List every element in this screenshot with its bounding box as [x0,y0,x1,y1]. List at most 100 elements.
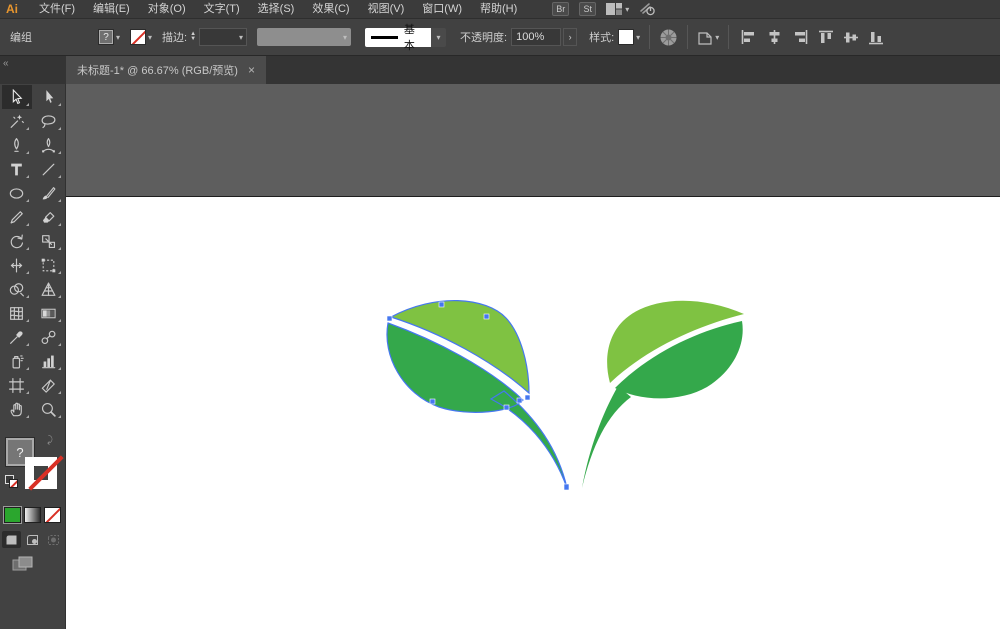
menu-file[interactable]: 文件(F) [30,0,84,18]
align-group [740,29,884,46]
toolbar: ⤸ ? [0,84,66,629]
align-right-icon[interactable] [792,29,809,45]
toolbar-collapse-button[interactable]: « [0,56,66,84]
opacity-input[interactable]: 100% [511,28,561,46]
none-button[interactable] [44,507,61,523]
line-segment-tool[interactable] [34,157,64,181]
stroke-weight-dropdown[interactable]: ▾ [199,28,247,46]
divider [728,25,729,49]
eyedropper-tool[interactable] [2,325,32,349]
perspective-grid-tool[interactable] [34,277,64,301]
default-fill-stroke-icon[interactable] [5,475,19,489]
app-logo[interactable]: Ai [6,2,18,16]
document-setup-dropdown[interactable]: ▾ [697,29,719,46]
menu-help[interactable]: 帮助(H) [471,0,526,18]
screen-mode-icon [12,556,34,572]
stroke-color-dropdown[interactable]: ▾ [130,29,152,45]
stroke-indicator[interactable] [25,457,57,489]
align-left-icon[interactable] [740,29,757,45]
document-tab-title: 未标题-1* @ 66.67% (RGB/预览) [77,62,238,78]
tab-bar: « 未标题-1* @ 66.67% (RGB/预览) × [0,56,1000,84]
slice-tool[interactable] [34,373,64,397]
width-tool[interactable] [2,253,32,277]
selection-type-label: 编组 [10,29,98,45]
lasso-icon [40,113,57,130]
align-top-icon[interactable] [818,29,834,46]
symbol-sprayer-tool[interactable] [2,349,32,373]
menu-bar: Ai 文件(F) 编辑(E) 对象(O) 文字(T) 选择(S) 效果(C) 视… [0,0,1000,18]
ellipse-icon [8,185,25,202]
pen-tool[interactable] [2,133,32,157]
direct-selection-tool[interactable] [34,85,64,109]
gradient-icon [40,305,57,322]
shaper-tool[interactable] [2,205,32,229]
menu-view[interactable]: 视图(V) [359,0,414,18]
align-horizontal-center-icon[interactable] [766,29,783,45]
right-leaf-stem[interactable] [582,386,631,488]
mesh-tool[interactable] [2,301,32,325]
stock-button[interactable]: St [579,2,596,16]
eyedropper-icon [8,329,25,346]
opacity-more-button[interactable]: › [563,28,577,46]
column-graph-tool[interactable] [34,349,64,373]
stroke-swatch[interactable] [130,29,146,45]
menu-type[interactable]: 文字(T) [195,0,249,18]
brush-definition-dropdown[interactable]: 基本 ▾ [365,28,446,47]
curvature-tool[interactable] [34,133,64,157]
menu-select[interactable]: 选择(S) [249,0,304,18]
sprout-logo[interactable] [387,301,744,490]
paintbrush-tool[interactable] [34,181,64,205]
recolor-artwork-icon[interactable] [659,28,678,47]
draw-behind-button[interactable] [23,531,42,548]
perspective-grid-icon [40,281,57,298]
artboard-tool[interactable] [2,373,32,397]
hand-tool[interactable] [2,397,32,421]
color-button[interactable] [4,507,21,523]
zoom-icon [40,401,57,418]
magic-wand-tool[interactable] [2,109,32,133]
free-transform-tool[interactable] [34,253,64,277]
zoom-tool[interactable] [34,397,64,421]
rotate-tool[interactable] [2,229,32,253]
none-slash-icon [46,507,61,523]
menu-effect[interactable]: 效果(C) [303,0,358,18]
document-tab[interactable]: 未标题-1* @ 66.67% (RGB/预览) × [66,56,266,84]
align-vertical-center-icon[interactable] [843,29,859,46]
width-profile-dropdown: ▾ [257,28,351,46]
selection-tool[interactable] [2,85,32,109]
menu-object[interactable]: 对象(O) [139,0,195,18]
draw-inside-button[interactable] [44,531,63,548]
screen-mode-button[interactable] [12,556,65,577]
fill-swatch[interactable]: ? [98,29,114,45]
eraser-icon [40,209,57,226]
menu-window[interactable]: 窗口(W) [413,0,471,18]
workspace-switcher[interactable]: ▾ [606,3,629,15]
fill-color-dropdown[interactable]: ? ▾ [98,29,120,45]
scale-tool[interactable] [34,229,64,253]
lasso-tool[interactable] [34,109,64,133]
eraser-tool[interactable] [34,205,64,229]
shaper-icon [8,209,25,226]
shape-builder-tool[interactable] [2,277,32,301]
pen-icon [8,137,25,154]
blend-tool[interactable] [34,325,64,349]
gradient-tool[interactable] [34,301,64,325]
tab-close-icon[interactable]: × [248,64,255,76]
draw-normal-button[interactable] [2,531,21,548]
artboard-icon [8,377,25,394]
none-slash-icon [131,29,146,45]
bridge-button[interactable]: Br [552,2,569,16]
type-tool[interactable] [2,157,32,181]
blend-icon [40,329,57,346]
align-bottom-icon[interactable] [868,29,884,46]
ellipse-tool[interactable] [2,181,32,205]
menu-edit[interactable]: 编辑(E) [84,0,139,18]
gradient-button[interactable] [24,507,41,523]
none-slash-icon [28,455,63,490]
stroke-weight-stepper[interactable]: ▲▼ [190,32,196,42]
touch-workspace-icon[interactable] [639,2,655,16]
style-swatch[interactable] [618,29,634,45]
brush-chevron[interactable]: ▾ [431,28,446,47]
swap-fill-stroke-icon[interactable]: ⤸ [47,435,53,446]
shape-builder-icon [8,281,25,298]
